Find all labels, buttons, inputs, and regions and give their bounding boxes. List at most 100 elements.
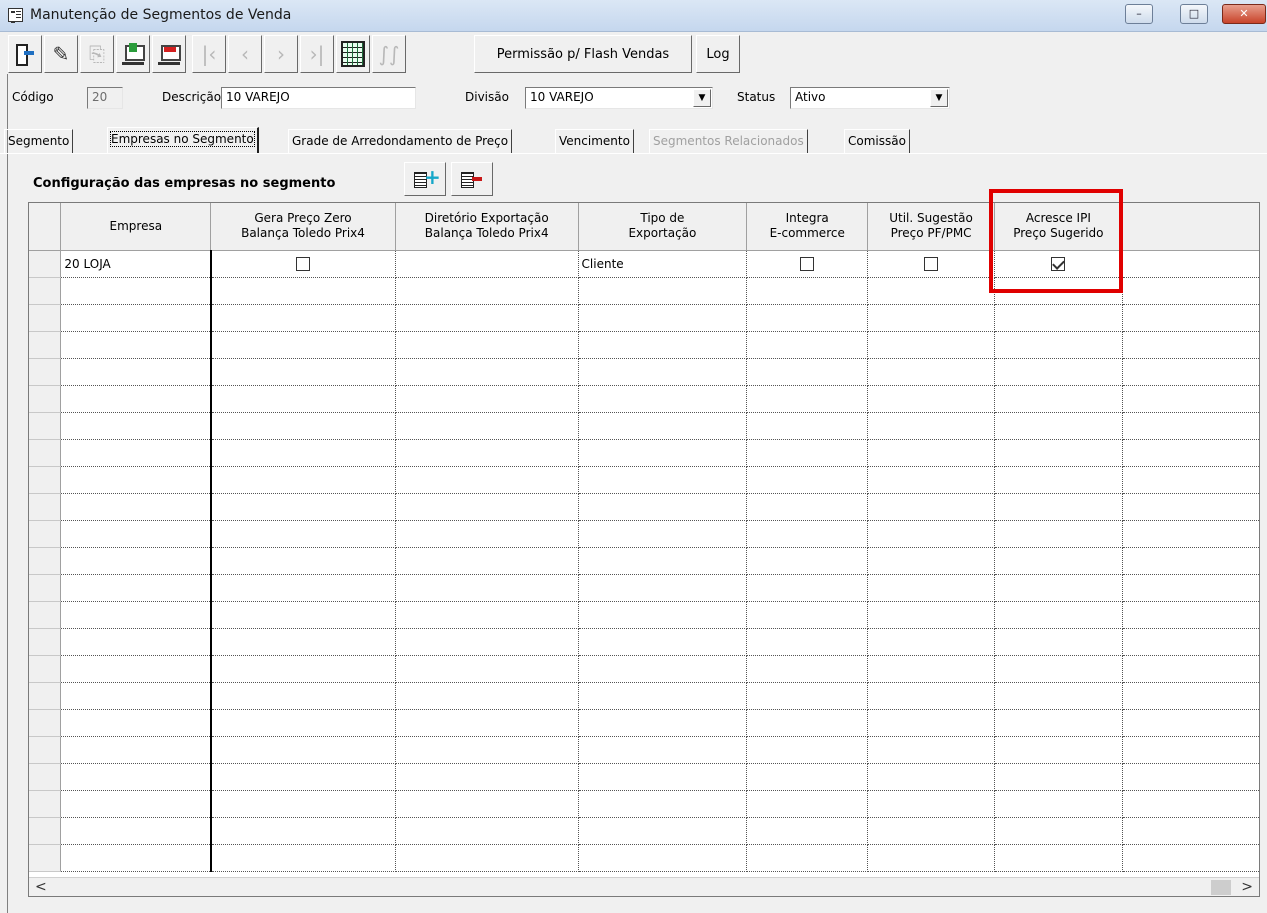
grid-cell[interactable]	[395, 709, 579, 737]
row-indicator[interactable]	[29, 790, 62, 818]
chevron-down-icon[interactable]: ▼	[693, 89, 711, 107]
cell-empresa[interactable]	[60, 601, 212, 629]
first-record-button[interactable]: |‹	[192, 35, 226, 73]
grid-cell[interactable]	[746, 520, 869, 548]
grid-cell[interactable]	[210, 736, 396, 764]
grid-view-button[interactable]	[336, 35, 370, 73]
row-indicator[interactable]	[29, 304, 62, 332]
grid-cell[interactable]	[994, 493, 1123, 521]
grid-cell[interactable]	[578, 817, 748, 845]
grid-cell[interactable]	[578, 601, 748, 629]
grid-cell[interactable]	[867, 385, 995, 413]
grid-cell[interactable]	[994, 466, 1123, 494]
scroll-right-button[interactable]: >	[1241, 878, 1253, 896]
grid-cell[interactable]	[867, 763, 995, 791]
grid-cell[interactable]	[746, 601, 869, 629]
table-row[interactable]	[29, 763, 1259, 791]
grid-cell[interactable]	[578, 331, 748, 359]
cell-empresa[interactable]	[60, 547, 212, 575]
table-row[interactable]	[29, 520, 1259, 548]
companies-grid[interactable]: Empresa Gera Preço Zero Balança Toledo P…	[28, 202, 1260, 897]
row-indicator[interactable]	[29, 709, 62, 737]
row-indicator[interactable]	[29, 358, 62, 386]
column-header[interactable]: Tipo de Exportação	[578, 203, 748, 251]
grid-cell[interactable]	[867, 520, 995, 548]
grid-cell[interactable]	[994, 277, 1123, 305]
grid-cell[interactable]	[994, 790, 1123, 818]
cell-diretorio[interactable]	[395, 250, 579, 278]
grid-cell[interactable]	[395, 304, 579, 332]
column-header[interactable]: Gera Preço Zero Balança Toledo Prix4	[210, 203, 396, 251]
table-row[interactable]	[29, 439, 1259, 467]
cell-empresa[interactable]	[60, 655, 212, 683]
title-bar[interactable]: Manutenção de Segmentos de Venda – □ ✕	[0, 0, 1267, 32]
table-row[interactable]	[29, 331, 1259, 359]
grid-cell[interactable]	[746, 844, 869, 872]
grid-cell[interactable]	[867, 655, 995, 683]
grid-cell[interactable]	[210, 304, 396, 332]
grid-cell[interactable]	[210, 790, 396, 818]
grid-cell[interactable]	[746, 655, 869, 683]
next-record-button[interactable]: ›	[264, 35, 298, 73]
grid-cell[interactable]	[867, 574, 995, 602]
column-header[interactable]: Util. Sugestão Preço PF/PMC	[867, 203, 995, 251]
grid-cell[interactable]	[867, 466, 995, 494]
table-row[interactable]	[29, 628, 1259, 656]
grid-cell[interactable]	[578, 304, 748, 332]
remove-company-button[interactable]	[451, 162, 493, 196]
grid-cell[interactable]	[395, 574, 579, 602]
table-row[interactable]	[29, 547, 1259, 575]
grid-cell[interactable]	[395, 385, 579, 413]
edit-button[interactable]: ✎	[44, 35, 78, 73]
grid-cell[interactable]	[578, 763, 748, 791]
grid-cell[interactable]	[746, 304, 869, 332]
cell-empresa[interactable]	[60, 790, 212, 818]
grid-cell[interactable]	[867, 709, 995, 737]
flash-sales-permission-button[interactable]: Permissão p/ Flash Vendas	[474, 35, 692, 73]
grid-cell[interactable]	[210, 844, 396, 872]
grid-cell[interactable]	[867, 304, 995, 332]
column-header[interactable]: Diretório Exportação Balança Toledo Prix…	[395, 203, 579, 251]
row-indicator[interactable]	[29, 385, 62, 413]
cell-util-sugestao[interactable]	[867, 250, 995, 278]
grid-cell[interactable]	[994, 655, 1123, 683]
cell-empresa[interactable]	[60, 412, 212, 440]
scroll-thumb[interactable]	[1211, 880, 1231, 895]
cell-empresa[interactable]	[60, 331, 212, 359]
cell-empresa[interactable]	[60, 628, 212, 656]
grid-cell[interactable]	[994, 547, 1123, 575]
grid-cell[interactable]	[867, 412, 995, 440]
row-indicator[interactable]	[29, 601, 62, 629]
grid-cell[interactable]	[578, 790, 748, 818]
cell-empresa[interactable]	[60, 277, 212, 305]
cell-empresa[interactable]	[60, 439, 212, 467]
table-row[interactable]	[29, 601, 1259, 629]
grid-cell[interactable]	[746, 709, 869, 737]
grid-cell[interactable]	[746, 358, 869, 386]
column-header[interactable]: Empresa	[60, 203, 212, 251]
cell-empresa[interactable]	[60, 817, 212, 845]
grid-cell[interactable]	[578, 520, 748, 548]
grid-cell[interactable]	[395, 817, 579, 845]
table-row[interactable]	[29, 709, 1259, 737]
cell-empresa[interactable]	[60, 574, 212, 602]
grid-cell[interactable]	[994, 628, 1123, 656]
row-indicator[interactable]	[29, 439, 62, 467]
scroll-left-button[interactable]: <	[35, 878, 47, 896]
grid-cell[interactable]	[395, 628, 579, 656]
status-select[interactable]: Ativo ▼	[790, 87, 950, 109]
grid-cell[interactable]	[746, 628, 869, 656]
tab-comissao[interactable]: Comissão	[844, 129, 910, 153]
grid-cell[interactable]	[994, 385, 1123, 413]
cell-empresa[interactable]: 20 LOJA	[60, 250, 212, 278]
grid-cell[interactable]	[210, 763, 396, 791]
grid-cell[interactable]	[994, 817, 1123, 845]
grid-cell[interactable]	[395, 547, 579, 575]
grid-cell[interactable]	[746, 385, 869, 413]
grid-cell[interactable]	[746, 763, 869, 791]
grid-cell[interactable]	[210, 412, 396, 440]
table-row[interactable]	[29, 817, 1259, 845]
cell-gera-preco-zero[interactable]	[210, 250, 396, 278]
grid-cell[interactable]	[867, 439, 995, 467]
horizontal-scrollbar[interactable]: < >	[29, 877, 1259, 896]
